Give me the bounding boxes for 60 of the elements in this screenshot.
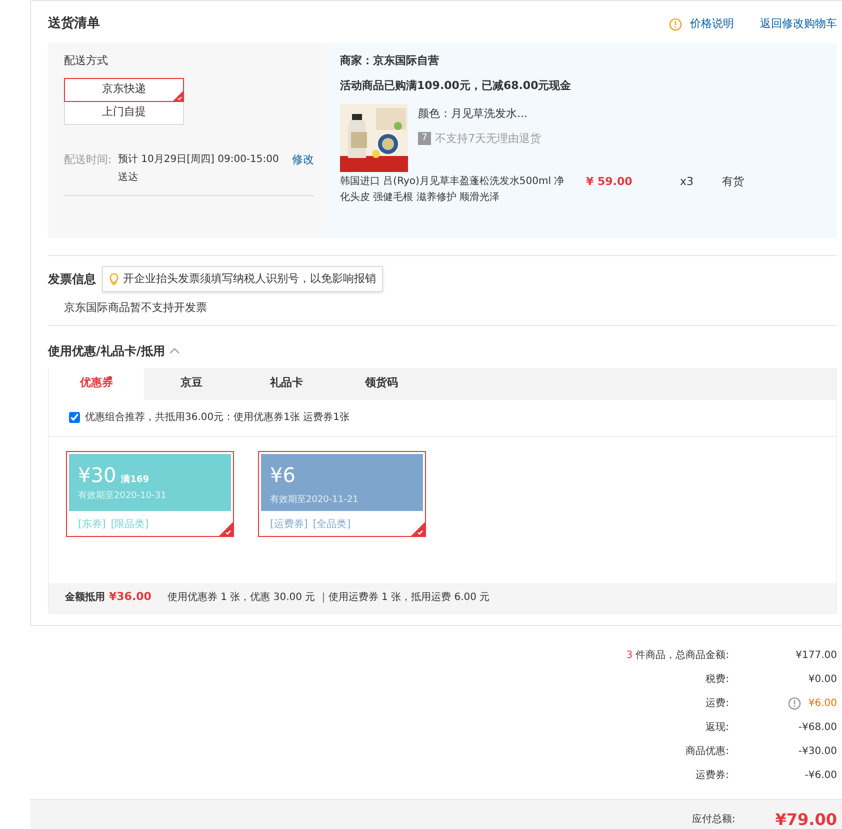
return-policy: 不支持7天无理由退货 <box>435 130 541 146</box>
total-value: -¥6.00 <box>804 768 837 782</box>
section-title: 送货清单 <box>48 15 101 34</box>
coupon-condition: 满169 <box>121 474 149 486</box>
info-icon <box>669 18 682 30</box>
stock-status: 有货 <box>722 174 744 190</box>
total-label: 件商品，总商品金额: <box>636 648 729 662</box>
check-corner-icon <box>411 522 425 536</box>
coupon-tag: [限品类] <box>110 516 149 532</box>
delivery-time: 预计 10月29日[周四] 09:00-15:00 送达 <box>118 152 280 184</box>
recommend-label: 优惠组合推荐，共抵用36.00元：使用优惠券1张 运费券1张 <box>85 410 350 425</box>
summary-amount: ¥36.00 <box>109 589 152 606</box>
total-label: 运费券: <box>696 768 729 782</box>
product-variant: 颜色：月见草洗发水... <box>418 106 528 122</box>
edit-link[interactable]: 修改 <box>292 150 314 186</box>
summary-label: 金额抵用 <box>65 590 105 605</box>
tab[interactable]: 礼品卡 <box>239 368 334 400</box>
checkbox[interactable] <box>69 412 80 423</box>
total-value: -¥30.00 <box>798 744 837 758</box>
item-count: 3 <box>626 648 633 662</box>
coupon-amount: ¥6 <box>270 462 296 488</box>
tooltip-text: 开企业抬头发票须填写纳税人识别号，以免影响报销 <box>123 270 376 287</box>
payable-label: 应付总额: <box>692 812 736 827</box>
coupon-expiry: 有效期至2020-11-21 <box>270 494 360 506</box>
promotion-text: 活动商品已购满109.00元，已减68.00元现金 <box>340 78 572 94</box>
delivery-option[interactable]: 上门自提 <box>64 100 184 124</box>
back-to-cart-link[interactable]: 返回修改购物车 <box>760 16 837 32</box>
product-price: ¥ 59.00 <box>586 174 634 190</box>
coupon-expiry: 有效期至2020-10-31 <box>78 490 168 502</box>
total-label: 税费: <box>706 672 729 686</box>
total-value: ¥0.00 <box>808 672 837 686</box>
coupon-tag: [全品类] <box>312 516 351 532</box>
total-value: ¥177.00 <box>796 648 837 662</box>
tab[interactable]: 领货码 <box>334 368 429 400</box>
check-corner-icon <box>219 522 233 536</box>
tab[interactable]: 京豆 <box>144 368 239 400</box>
coupon-tag: [运费券] <box>270 516 308 532</box>
section-title: 使用优惠/礼品卡/抵用 <box>48 342 165 360</box>
delivery-title: 配送方式 <box>64 53 109 69</box>
coupon-amount: ¥30 <box>78 462 116 488</box>
total-label: 返现: <box>706 720 729 734</box>
merchant-name: 商家：京东国际自营 <box>340 53 440 69</box>
price-info-link[interactable]: 价格说明 <box>690 16 734 32</box>
total-label: 商品优惠: <box>686 744 729 758</box>
coupon-tag: [东券] <box>78 516 106 532</box>
payable-amount: ¥79.00 <box>775 808 837 829</box>
return-badge: 7 <box>418 132 431 146</box>
product-quantity: x3 <box>680 174 695 190</box>
total-value: ¥6.00 <box>808 696 837 710</box>
total-label: 运费: <box>706 696 729 710</box>
summary-detail: 使用优惠券 1 张，优惠 30.00 元 ｜使用运费券 1 张，抵用运费 6.00 元 <box>167 590 490 605</box>
total-value: -¥68.00 <box>798 720 837 734</box>
product-name: 韩国进口 吕(Ryo)月见草丰盈蓬松洗发水500ml 净化头皮 强健毛根 滋养修护 顺滑光泽 <box>340 174 566 205</box>
lightbulb-icon <box>109 272 119 286</box>
info-icon <box>788 696 802 710</box>
delivery-option[interactable]: 京东快递 <box>64 78 184 102</box>
time-label: 配送时间: <box>64 152 113 168</box>
invoice-note: 京东国际商品暂不支持开发票 <box>64 300 208 316</box>
section-title: 发票信息 <box>48 271 96 288</box>
selected-corner-icon <box>173 90 183 100</box>
